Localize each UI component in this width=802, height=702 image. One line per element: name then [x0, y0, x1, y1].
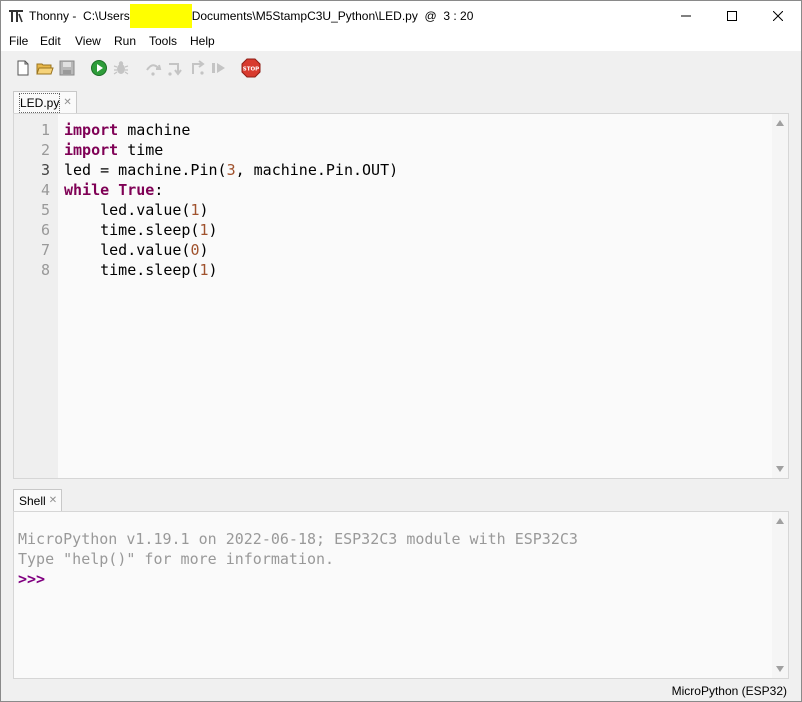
shell-panel[interactable]: MicroPython v1.19.1 on 2022-06-18; ESP32… [13, 511, 789, 679]
menu-bar: File Edit View Run Tools Help [1, 31, 801, 51]
shell-help-line: Type "help()" for more information. [18, 550, 335, 568]
resume-icon[interactable] [210, 59, 228, 77]
scroll-down-icon[interactable] [776, 466, 784, 472]
shell-tab-close-icon[interactable]: ✕ [49, 491, 57, 511]
step-over-icon[interactable] [144, 59, 162, 77]
editor-scrollbar[interactable] [772, 114, 788, 478]
maximize-icon [727, 11, 737, 21]
shell-output: MicroPython v1.19.1 on 2022-06-18; ESP32… [18, 529, 578, 589]
title-path-prefix: C:\Users [83, 9, 130, 23]
close-icon [773, 11, 783, 21]
minimize-button[interactable] [663, 1, 709, 31]
menu-run[interactable]: Run [114, 34, 136, 48]
line-number: 6 [40, 221, 50, 239]
line-number: 2 [40, 141, 50, 159]
menu-view[interactable]: View [75, 34, 101, 48]
line-number-gutter: 1 2 3 4 5 6 7 8 [14, 114, 58, 478]
app-name: Thonny [29, 9, 70, 23]
line-number: 1 [40, 121, 50, 139]
step-into-icon[interactable] [166, 59, 184, 77]
tab-led-py[interactable]: LED.py ✕ [13, 91, 77, 113]
shell-tab-strip: Shell ✕ [1, 487, 801, 511]
title-bar: Thonny - C:\Users Documents\M5StampC3U_Py… [1, 1, 801, 31]
run-icon[interactable] [90, 59, 108, 77]
line-number-current: 3 [40, 161, 50, 179]
title-at: @ [424, 9, 437, 23]
stop-icon[interactable]: STOP [241, 58, 261, 78]
line-number: 5 [40, 201, 50, 219]
tab-label: LED.py [19, 92, 61, 113]
scroll-up-icon[interactable] [776, 518, 784, 524]
redacted-username [129, 4, 192, 28]
open-file-icon[interactable] [36, 59, 54, 77]
line-number: 4 [40, 181, 50, 199]
title-path-suffix: Documents\M5StampC3U_Python\LED.py [191, 9, 418, 23]
code-editor[interactable]: 1 2 3 4 5 6 7 8 import machine import tim… [13, 113, 789, 479]
close-button[interactable] [755, 1, 801, 31]
save-icon[interactable] [58, 59, 76, 77]
window-title: Thonny - C:\Users Documents\M5StampC3U_Py… [29, 4, 474, 28]
code-line-3: led = machine.Pin(3, machine.Pin.OUT) [64, 161, 399, 179]
thonny-window: Thonny - C:\Users Documents\M5StampC3U_Py… [0, 0, 802, 702]
code-line-5: led.value(1) [64, 201, 209, 219]
shell-banner-line: MicroPython v1.19.1 on 2022-06-18; ESP32… [18, 530, 578, 548]
scroll-up-icon[interactable] [776, 120, 784, 126]
tab-close-icon[interactable]: ✕ [63, 93, 71, 113]
line-number: 7 [40, 241, 50, 259]
toolbar: STOP [1, 51, 801, 87]
interpreter-status[interactable]: MicroPython (ESP32) [672, 684, 787, 698]
shell-tab-label: Shell [19, 493, 46, 508]
editor-tab-strip: LED.py ✕ [1, 89, 801, 113]
menu-file[interactable]: File [9, 34, 28, 48]
title-separator: - [69, 9, 80, 23]
minimize-icon [681, 15, 691, 17]
code-line-4: while True: [64, 181, 164, 199]
tab-shell[interactable]: Shell ✕ [13, 489, 63, 511]
line-number: 8 [40, 261, 50, 279]
code-line-6: time.sleep(1) [64, 221, 218, 239]
stop-label: STOP [243, 67, 259, 73]
shell-scrollbar[interactable] [772, 512, 788, 678]
scroll-down-icon[interactable] [776, 666, 784, 672]
cursor-position: 3 : 20 [443, 9, 474, 23]
menu-edit[interactable]: Edit [40, 34, 61, 48]
menu-tools[interactable]: Tools [149, 34, 177, 48]
code-content[interactable]: import machine import time led = machine.P… [64, 120, 398, 280]
maximize-button[interactable] [709, 1, 755, 31]
code-line-1: import machine [64, 121, 191, 139]
code-line-7: led.value(0) [64, 241, 209, 259]
menu-help[interactable]: Help [190, 34, 215, 48]
step-out-icon[interactable] [188, 59, 206, 77]
code-line-8: time.sleep(1) [64, 261, 218, 279]
thonny-app-icon [9, 10, 23, 23]
code-line-2: import time [64, 141, 164, 159]
new-file-icon[interactable] [14, 59, 32, 77]
debug-icon[interactable] [112, 59, 130, 77]
shell-prompt[interactable]: >>> [18, 569, 578, 589]
